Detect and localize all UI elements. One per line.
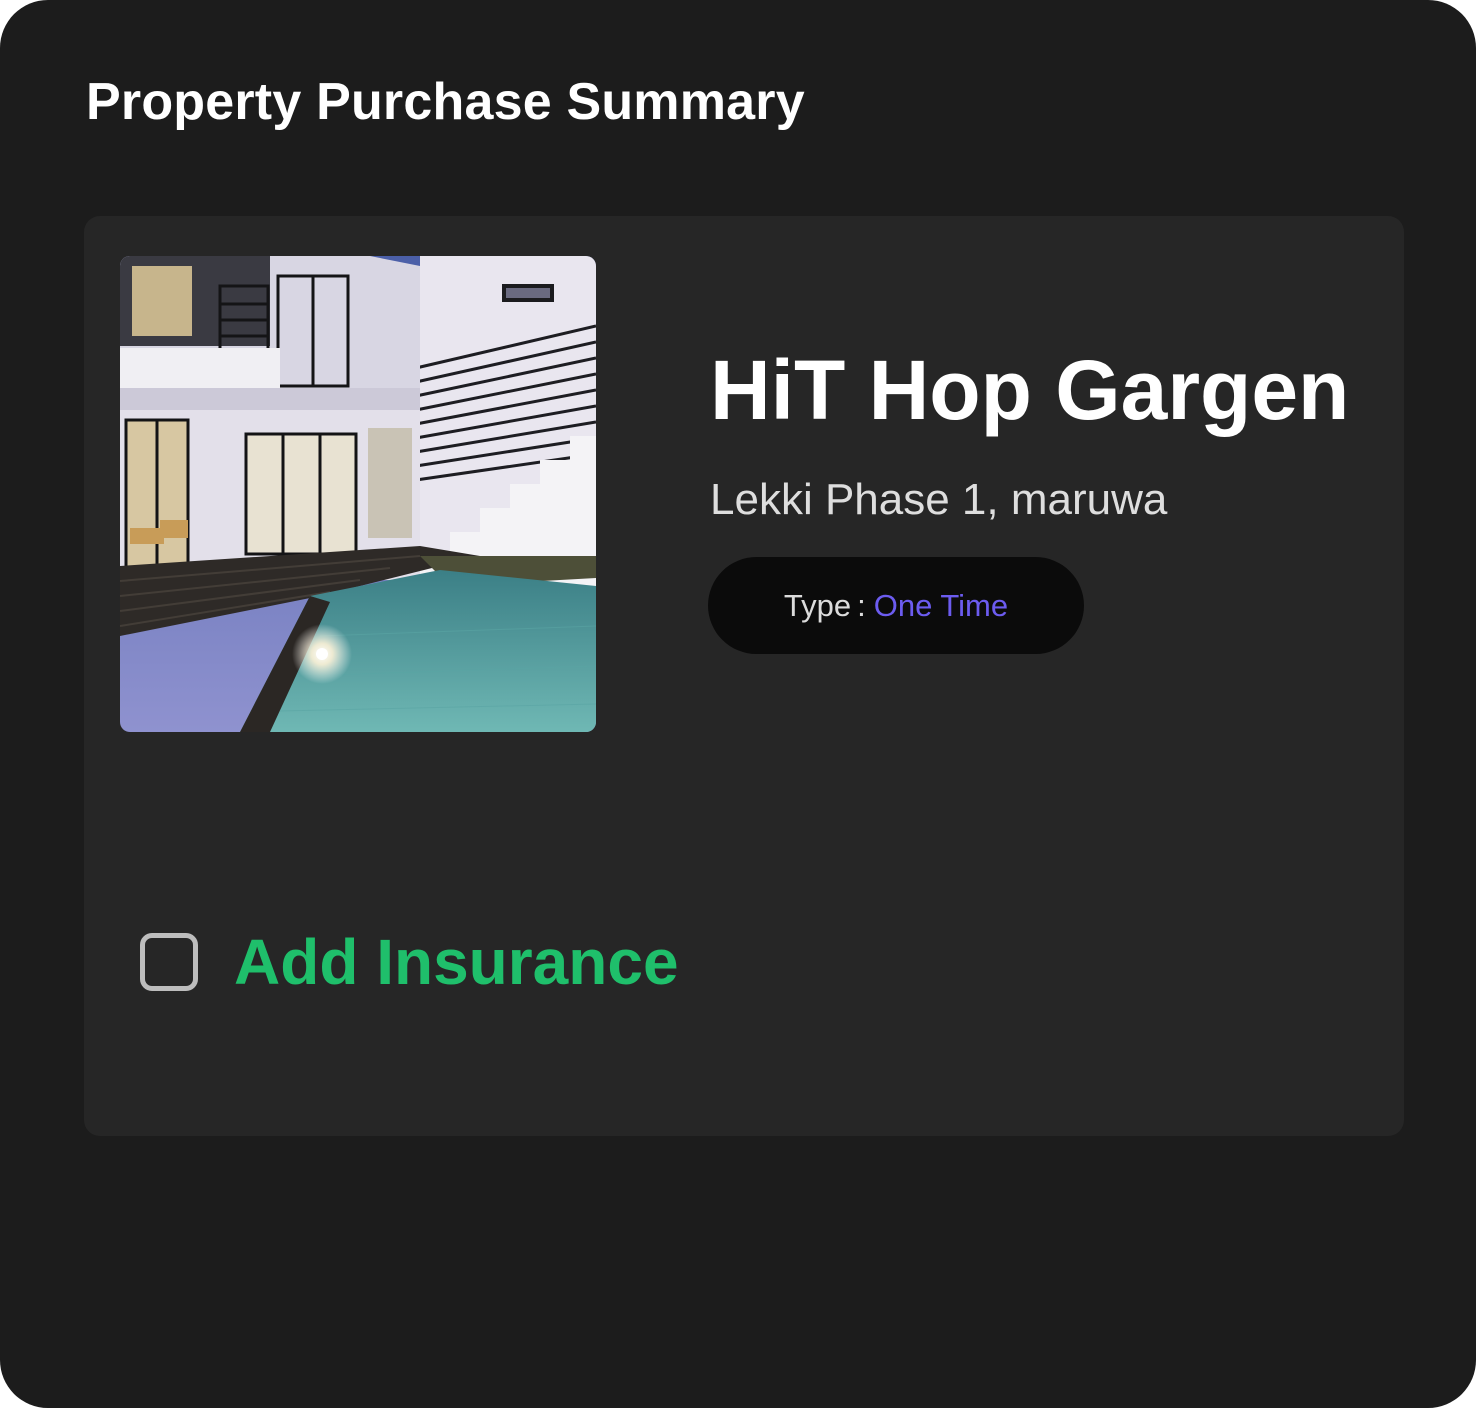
property-location: Lekki Phase 1, maruwa	[710, 475, 1168, 524]
insurance-label[interactable]: Add Insurance	[234, 924, 679, 1000]
type-separator: :	[857, 587, 866, 623]
property-image	[120, 256, 596, 732]
type-label: Type	[783, 587, 852, 623]
page-title: Property Purchase Summary	[86, 73, 805, 131]
insurance-checkbox[interactable]	[140, 933, 198, 991]
purchase-summary-panel: Property Purchase Summary HiT Hop Gargen…	[0, 0, 1476, 1408]
type-value: One Time	[873, 587, 1009, 623]
type-badge: Type : One Time	[708, 557, 1084, 654]
property-card: HiT Hop Gargen Lekki Phase 1, maruwa Typ…	[84, 216, 1404, 1136]
add-insurance-option[interactable]: Add Insurance	[140, 924, 679, 1000]
property-name: HiT Hop Gargen	[710, 343, 1350, 437]
